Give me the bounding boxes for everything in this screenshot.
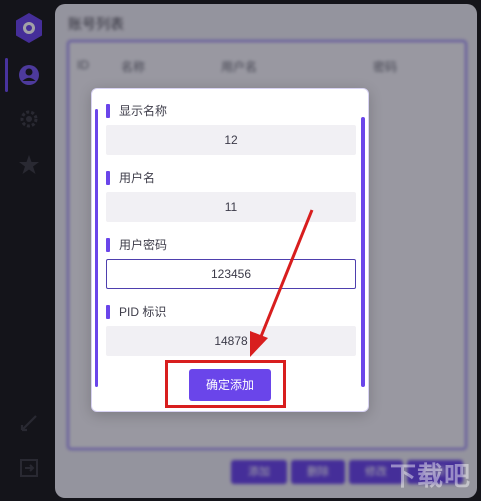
pid-label: PID 标识	[106, 303, 166, 320]
dialog-left-accent	[95, 109, 98, 387]
display-name-input[interactable]: 12	[106, 125, 356, 155]
dialog-scrollbar[interactable]	[361, 117, 365, 387]
username-label-text: 用户名	[119, 171, 156, 185]
label-marker	[106, 103, 110, 118]
password-input[interactable]: 123456	[106, 259, 356, 289]
pid-input[interactable]: 14878	[106, 326, 356, 356]
username-input[interactable]: 11	[106, 192, 356, 222]
watermark-logo: 下载吧	[389, 461, 471, 491]
username-label: 用户名	[106, 169, 155, 186]
password-label: 用户密码	[106, 236, 167, 253]
label-marker	[106, 237, 110, 252]
label-marker	[106, 304, 110, 319]
password-label-text: 用户密码	[119, 238, 168, 252]
pid-label-text: PID 标识	[119, 305, 167, 319]
display-name-label: 显示名称	[106, 102, 167, 119]
label-marker	[106, 170, 110, 185]
display-name-label-text: 显示名称	[119, 104, 168, 118]
annotation-highlight-box	[165, 360, 286, 408]
